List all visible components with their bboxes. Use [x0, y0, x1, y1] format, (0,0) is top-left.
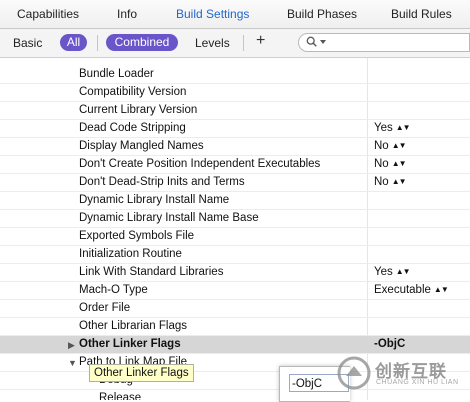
editor-tab-bar: Capabilities Info Build Settings Build P…	[0, 0, 470, 29]
setting-row[interactable]: Other Librarian Flags	[0, 318, 470, 336]
setting-row[interactable]: Initialization Routine	[0, 246, 470, 264]
setting-name: Order File	[79, 302, 131, 314]
setting-row[interactable]: Dynamic Library Install Name	[0, 192, 470, 210]
stepper-icon: ▲▼	[391, 141, 407, 150]
setting-row[interactable]: Dead Code Stripping Yes ▲▼	[0, 120, 470, 138]
setting-value: No	[374, 158, 389, 170]
all-filter-button[interactable]: All	[60, 34, 87, 51]
setting-value-popup[interactable]: Yes ▲▼	[374, 122, 411, 134]
stepper-icon: ▲▼	[391, 159, 407, 168]
combined-view-button[interactable]: Combined	[106, 34, 178, 51]
setting-name: Dynamic Library Install Name Base	[79, 212, 259, 224]
setting-name: Current Library Version	[79, 104, 198, 116]
setting-value: Yes	[374, 122, 393, 134]
disclosure-triangle-icon[interactable]: ▶	[68, 340, 75, 351]
setting-row[interactable]: Don't Dead-Strip Inits and Terms No ▲▼	[0, 174, 470, 192]
setting-value: Yes	[374, 266, 393, 278]
setting-name: Compatibility Version	[79, 86, 187, 98]
stepper-icon: ▲▼	[395, 267, 411, 276]
tab-build-phases[interactable]: Build Phases	[287, 7, 357, 21]
levels-view-button[interactable]: Levels	[195, 36, 230, 50]
setting-row[interactable]: Current Library Version	[0, 102, 470, 120]
setting-row[interactable]: Don't Create Position Independent Execut…	[0, 156, 470, 174]
setting-name: Release	[99, 392, 142, 400]
watermark-logo: 创新互联 CHUANG XIN HU LIAN	[333, 350, 470, 396]
setting-name: Bundle Loader	[79, 68, 154, 80]
setting-name: Link With Standard Libraries	[79, 266, 224, 278]
basic-filter-button[interactable]: Basic	[13, 36, 42, 50]
disclosure-triangle-icon[interactable]: ▼	[68, 358, 77, 368]
tooltip: Other Linker Flags	[89, 364, 194, 382]
setting-name: Display Mangled Names	[79, 140, 204, 152]
add-setting-button[interactable]: +	[256, 32, 265, 50]
stepper-icon: ▲▼	[395, 123, 411, 132]
tab-capabilities[interactable]: Capabilities	[17, 7, 79, 21]
logo-icon	[337, 356, 371, 390]
stepper-icon: ▲▼	[433, 285, 449, 294]
setting-value-popup[interactable]: No ▲▼	[374, 158, 407, 170]
setting-row[interactable]: Order File	[0, 300, 470, 318]
setting-name: Mach-O Type	[79, 284, 148, 296]
setting-name: Initialization Routine	[79, 248, 182, 260]
tab-build-settings[interactable]: Build Settings	[176, 7, 249, 21]
search-icon	[306, 36, 317, 47]
divider	[97, 35, 98, 51]
setting-value-popup[interactable]: No ▲▼	[374, 176, 407, 188]
setting-name: Dead Code Stripping	[79, 122, 186, 134]
setting-value: Executable	[374, 284, 431, 296]
setting-row[interactable]: Compatibility Version	[0, 84, 470, 102]
setting-row[interactable]: Link With Standard Libraries Yes ▲▼	[0, 264, 470, 282]
watermark-subtext: CHUANG XIN HU LIAN	[376, 379, 459, 386]
setting-row[interactable]: Dynamic Library Install Name Base	[0, 210, 470, 228]
setting-value: No	[374, 176, 389, 188]
setting-row[interactable]: Display Mangled Names No ▲▼	[0, 138, 470, 156]
setting-name: Dynamic Library Install Name	[79, 194, 230, 206]
setting-value[interactable]: -ObjC	[374, 338, 405, 350]
setting-row[interactable]: Bundle Loader	[0, 66, 470, 84]
setting-name: Other Linker Flags	[79, 338, 181, 350]
setting-name: Exported Symbols File	[79, 230, 195, 242]
setting-value: No	[374, 140, 389, 152]
setting-value-popup[interactable]: Executable ▲▼	[374, 284, 449, 296]
setting-name: Don't Dead-Strip Inits and Terms	[79, 176, 245, 188]
filter-bar: Basic All Combined Levels +	[0, 29, 470, 58]
setting-value-popup[interactable]: Yes ▲▼	[374, 266, 411, 278]
tab-info[interactable]: Info	[117, 7, 137, 21]
build-settings-list: Bundle Loader Compatibility Version Curr…	[0, 58, 470, 400]
setting-name: Don't Create Position Independent Execut…	[79, 158, 321, 170]
chevron-down-icon	[320, 40, 326, 44]
divider	[243, 35, 244, 51]
setting-name: Other Librarian Flags	[79, 320, 188, 332]
setting-value-popup[interactable]: No ▲▼	[374, 140, 407, 152]
search-input[interactable]	[298, 33, 470, 52]
setting-row[interactable]: Mach-O Type Executable ▲▼	[0, 282, 470, 300]
setting-row[interactable]: Exported Symbols File	[0, 228, 470, 246]
tab-build-rules[interactable]: Build Rules	[391, 7, 452, 21]
stepper-icon: ▲▼	[391, 177, 407, 186]
